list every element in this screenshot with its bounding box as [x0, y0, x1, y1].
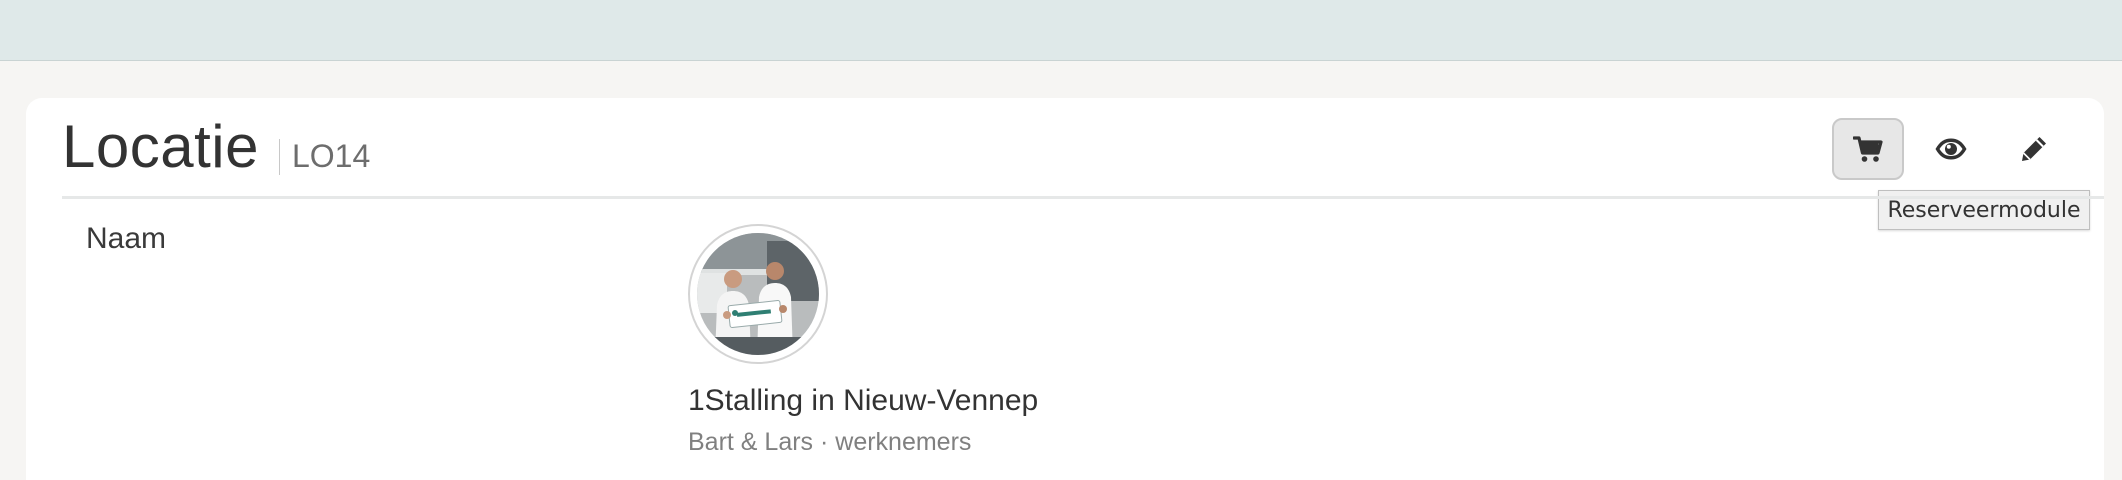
title-separator [278, 138, 280, 175]
top-bar [0, 0, 2122, 61]
name-field-label: Naam [86, 222, 167, 255]
reservation-module-button[interactable] [1832, 118, 1904, 180]
avatar [688, 224, 828, 364]
page-header: Locatie LO14 [62, 112, 370, 181]
location-subtitle: Bart & Lars · werknemers [688, 428, 972, 456]
edit-button[interactable] [1998, 118, 2070, 180]
location-name: 1Stalling in Nieuw-Vennep [688, 384, 1039, 417]
view-button[interactable] [1915, 118, 1987, 180]
page-title: Locatie [62, 113, 259, 180]
avatar-photo [697, 233, 819, 355]
eye-icon [1934, 137, 1968, 161]
cart-icon [1853, 135, 1883, 163]
pencil-icon [2019, 134, 2049, 164]
header-divider [62, 196, 2104, 199]
location-code: LO14 [291, 138, 371, 174]
